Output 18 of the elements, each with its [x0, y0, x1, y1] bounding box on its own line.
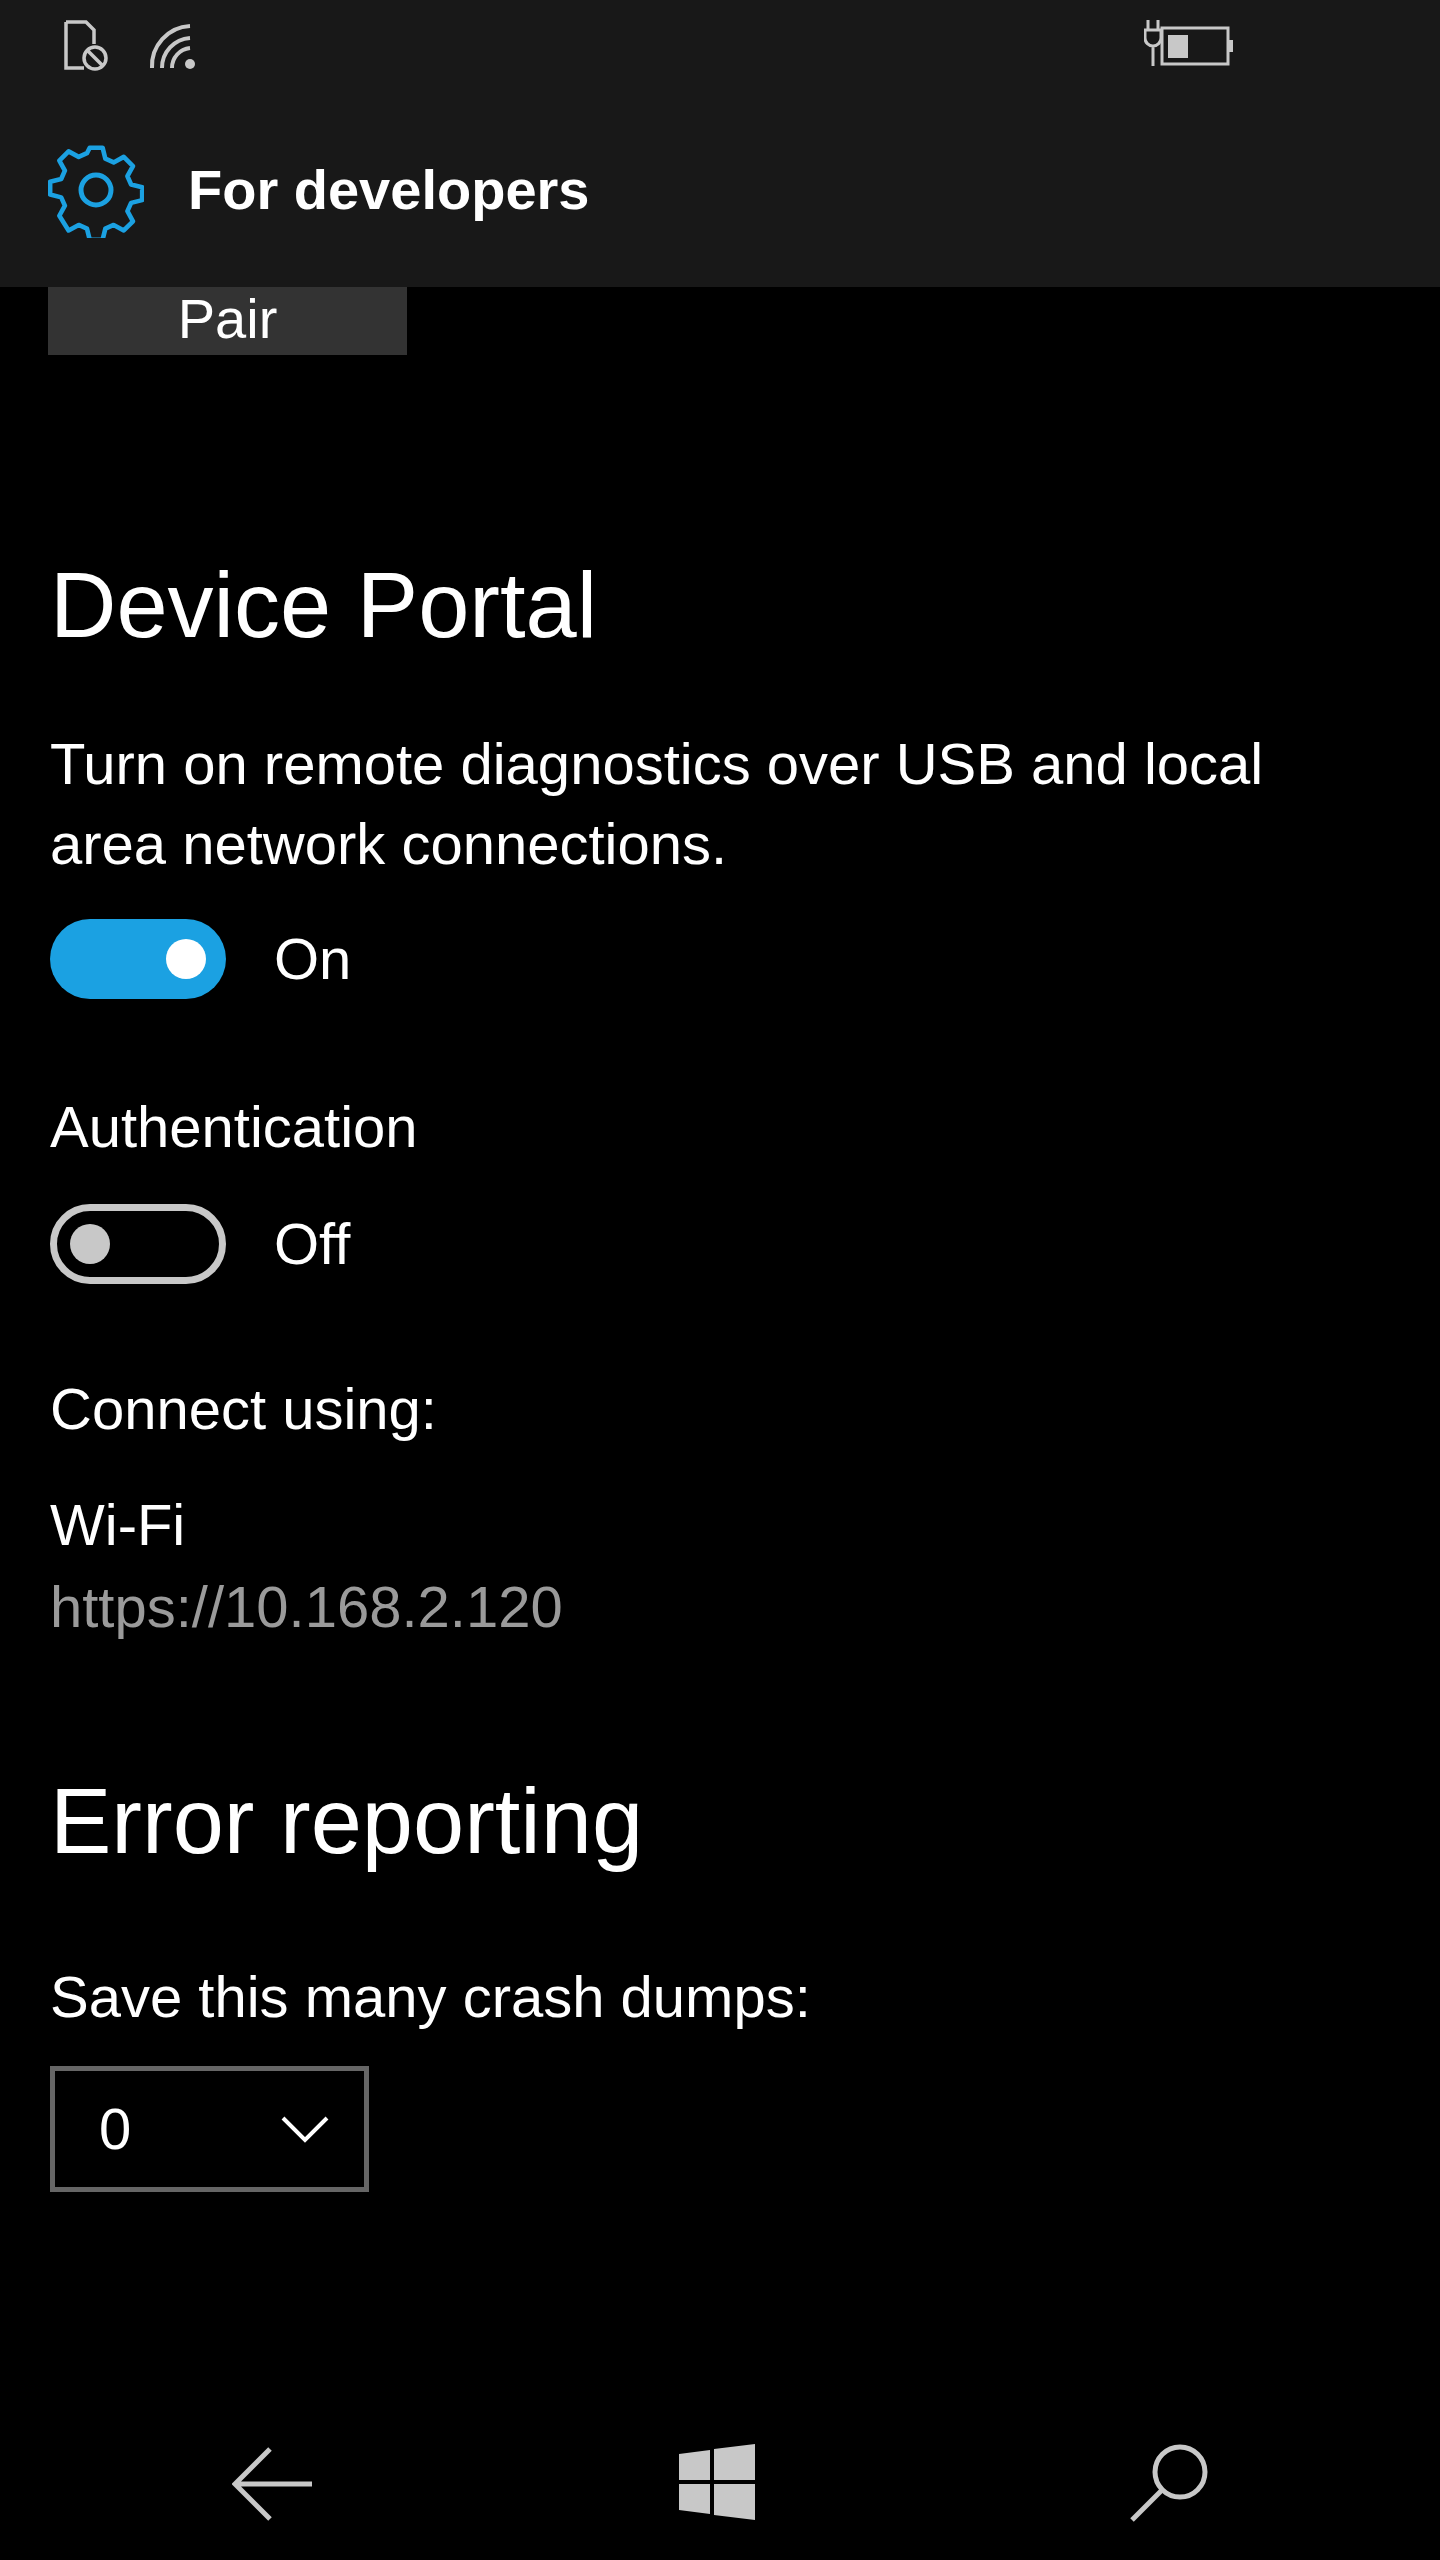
- toggle-label: Authentication: [50, 1097, 419, 1156]
- dropdown-value: 0: [99, 2095, 132, 2164]
- connection-type: Wi-Fi: [50, 1495, 187, 1554]
- windows-logo-icon[interactable]: [679, 2444, 755, 2520]
- sim-blocked-icon: [62, 20, 110, 72]
- toggle-switch[interactable]: [50, 1203, 226, 1284]
- toggle-state: On: [274, 929, 352, 988]
- section-heading: Error reporting: [50, 1768, 645, 1874]
- search-icon[interactable]: [1128, 2442, 1210, 2524]
- chevron-down-icon: [280, 2114, 330, 2143]
- toggle-state: Off: [274, 1214, 351, 1273]
- crash-dumps-dropdown[interactable]: 0: [50, 2065, 369, 2192]
- section-description: Turn on remote diagnostics over USB and local area network connections.: [50, 729, 1265, 878]
- back-icon[interactable]: [232, 2446, 314, 2522]
- settings-icon: [48, 142, 144, 238]
- pair-button[interactable]: Pair: [48, 287, 407, 355]
- section-heading: Device Portal: [50, 553, 599, 658]
- battery-charging-icon: [1144, 18, 1236, 68]
